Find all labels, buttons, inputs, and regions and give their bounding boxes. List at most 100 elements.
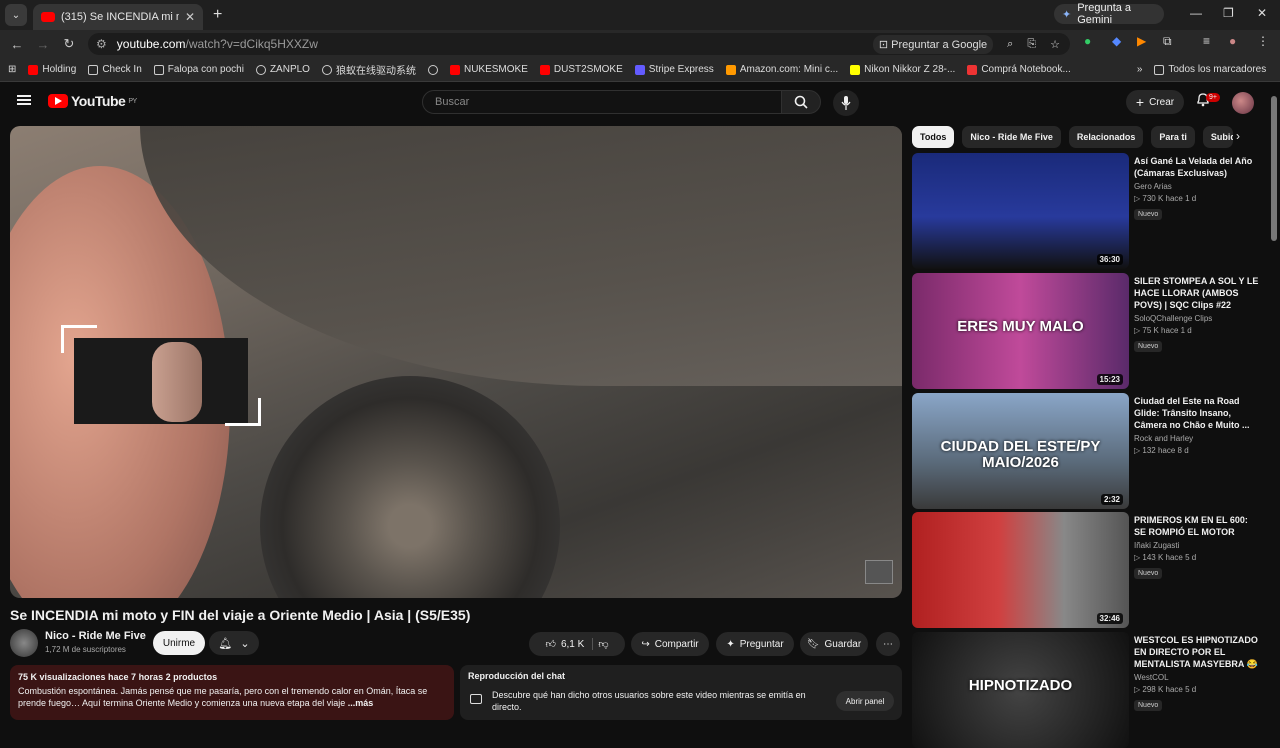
open-panel-button[interactable]: Abrir panel xyxy=(836,691,894,711)
bookmark-item[interactable]: Holding xyxy=(28,64,76,75)
save-button[interactable]: 🔖︎ Guardar xyxy=(800,632,868,656)
mic-icon xyxy=(841,96,851,110)
page-scrollbar[interactable] xyxy=(1271,96,1277,241)
recommendation-item[interactable]: CIUDAD DEL ESTE/PY MAIO/2026 2:32 Ciudad d… xyxy=(912,393,1262,509)
recommendation-item[interactable]: ERES MUY MALO 15:23 SILER STOMPEA A SOL Y … xyxy=(912,273,1262,389)
tab-search-button[interactable]: ⌄ xyxy=(5,4,27,26)
rec-title[interactable]: PRIMEROS KM EN EL 600: SE ROMPIÓ EL MOTO… xyxy=(1134,514,1262,538)
rec-meta: ▷ 75 K hace 1 d xyxy=(1134,326,1192,335)
chip-for-you[interactable]: Para ti xyxy=(1151,126,1195,148)
account-avatar[interactable] xyxy=(1232,92,1254,114)
new-tab-icon[interactable]: + xyxy=(213,6,222,24)
extension-icon[interactable]: ◆ xyxy=(1112,34,1121,48)
back-icon[interactable]: ← xyxy=(4,37,30,52)
chip-uploaded[interactable]: Subido xyxy=(1202,126,1233,148)
bookmark-item[interactable]: DUST2SMOKE xyxy=(539,64,623,75)
extension-icon[interactable]: ● xyxy=(1084,34,1091,48)
more-bookmarks-icon[interactable]: » xyxy=(1137,64,1143,75)
subscription-bell-button[interactable]: 🔔︎ ⌄ xyxy=(209,631,259,655)
like-dislike-group: 👍︎ 6,1 K 👎︎ xyxy=(529,632,625,656)
rec-title[interactable]: Ciudad del Este na Road Glide: Trânsito … xyxy=(1134,395,1262,431)
channel-watermark-icon[interactable] xyxy=(865,560,893,584)
bookmark-item[interactable]: Falopa con pochi xyxy=(153,64,244,75)
ask-google-button[interactable]: ⊡ Preguntar a Google xyxy=(872,34,994,54)
url-bar[interactable]: ⚙ youtube.com/watch?v=dCikq5HXXZw ⊡ Preg… xyxy=(88,33,1070,55)
bookmark-item[interactable]: Nikon Nikkor Z 28-... xyxy=(850,64,955,75)
chip-todos[interactable]: Todos xyxy=(912,126,955,148)
video-description[interactable]: 75 K visualizaciones hace 7 horas 2 prod… xyxy=(10,665,454,720)
video-thumbnail[interactable]: HIPNOTIZADO xyxy=(912,632,1129,748)
recommendation-item[interactable]: 36:30 Así Gané La Velada del Año (Cámaras… xyxy=(912,153,1262,269)
close-window-icon[interactable]: ✕ xyxy=(1257,6,1267,20)
zoom-icon[interactable]: ⌕ xyxy=(1007,38,1013,51)
video-thumbnail[interactable]: CIUDAD DEL ESTE/PY MAIO/2026 2:32 xyxy=(912,393,1129,509)
rec-meta: ▷ 730 K hace 1 d xyxy=(1134,194,1197,203)
bookmark-item[interactable]: ZANPLO xyxy=(255,64,310,75)
extension-icon[interactable]: ▶ xyxy=(1137,34,1146,48)
ask-button[interactable]: ✦ Preguntar xyxy=(716,632,794,656)
bookmark-star-icon[interactable]: ☆ xyxy=(1050,38,1060,51)
browser-menu-icon[interactable]: ⋮ xyxy=(1257,34,1269,48)
maximize-icon[interactable]: ❐ xyxy=(1223,6,1234,20)
bookmark-item[interactable]: Comprá Notebook... xyxy=(967,64,1071,75)
chevron-right-icon[interactable]: › xyxy=(1236,129,1240,143)
like-button[interactable]: 👍︎ 6,1 K xyxy=(546,638,594,650)
recommendation-item[interactable]: HIPNOTIZADO WESTCOL ES HIPNOTIZADO EN DIR… xyxy=(912,632,1262,748)
minimize-icon[interactable]: — xyxy=(1190,6,1202,20)
share-button[interactable]: ↪ Compartir xyxy=(631,632,709,656)
join-button[interactable]: Unirme xyxy=(153,631,205,655)
rec-channel[interactable]: WestCOL xyxy=(1134,673,1262,682)
apps-icon[interactable]: ⊞ xyxy=(8,64,16,75)
pip-overlay[interactable] xyxy=(74,338,248,424)
tab-close-icon[interactable]: ✕ xyxy=(185,10,195,24)
site-info-icon[interactable]: ⚙ xyxy=(96,37,107,51)
more-actions-icon[interactable]: ⋯ xyxy=(876,632,900,656)
recommendation-item[interactable]: 32:46 PRIMEROS KM EN EL 600: SE ROMPIÓ EL… xyxy=(912,512,1262,628)
voice-search-button[interactable] xyxy=(833,90,859,116)
new-badge: Nuevo xyxy=(1134,568,1163,579)
reload-icon[interactable]: ↻ xyxy=(56,36,82,52)
search-placeholder: Buscar xyxy=(435,96,470,108)
bookmark-label: 狼蚁在线驱动系统 xyxy=(335,66,416,77)
video-thumbnail[interactable]: ERES MUY MALO 15:23 xyxy=(912,273,1129,389)
bookmark-item[interactable]: Stripe Express xyxy=(634,64,714,75)
rec-channel[interactable]: Iñaki Zugasti xyxy=(1134,541,1262,550)
search-input[interactable]: Buscar xyxy=(422,90,782,114)
rec-title[interactable]: Así Gané La Velada del Año (Cámaras Excl… xyxy=(1134,155,1262,179)
thumbnail-overlay-text: CIUDAD DEL ESTE/PY MAIO/2026 xyxy=(940,438,1101,472)
video-frame-wheel xyxy=(260,376,560,598)
rec-channel[interactable]: Gero Arias xyxy=(1134,182,1262,191)
chip-channel[interactable]: Nico - Ride Me Five xyxy=(962,126,1061,148)
chip-related[interactable]: Relacionados xyxy=(1068,126,1144,148)
browser-tab-active[interactable]: (315) Se INCENDIA mi moto ✕ xyxy=(33,4,203,30)
menu-icon[interactable] xyxy=(17,95,31,105)
channel-name[interactable]: Nico - Ride Me Five xyxy=(45,630,146,642)
all-bookmarks[interactable]: Todos los marcadores xyxy=(1154,64,1266,75)
rec-channel[interactable]: SoloQChallenge Clips xyxy=(1134,314,1262,323)
chevron-down-icon: ⌄ xyxy=(240,637,250,650)
video-thumbnail[interactable]: 36:30 xyxy=(912,153,1129,269)
video-frame-fender xyxy=(140,126,902,386)
video-thumbnail[interactable]: 32:46 xyxy=(912,512,1129,628)
search-button[interactable] xyxy=(781,90,821,114)
bookmark-item[interactable]: Check In xyxy=(88,64,142,75)
show-more-link[interactable]: ...más xyxy=(348,698,374,708)
rec-title[interactable]: SILER STOMPEA A SOL Y LE HACE LLORAR (AM… xyxy=(1134,275,1262,311)
create-button[interactable]: + Crear xyxy=(1126,90,1184,114)
rec-channel[interactable]: Rock and Harley xyxy=(1134,434,1262,443)
bookmark-item[interactable]: NUKESMOKE xyxy=(449,64,528,75)
media-icon[interactable]: ≡ xyxy=(1203,34,1210,48)
gemini-button[interactable]: ✦ Pregunta a Gemini xyxy=(1054,2,1164,26)
cast-icon[interactable]: ⎘ xyxy=(1027,38,1036,51)
profile-icon[interactable]: ● xyxy=(1229,34,1236,48)
bookmark-item[interactable]: 狼蚁在线驱动系统 xyxy=(321,62,416,77)
dislike-button[interactable]: 👎︎ xyxy=(598,638,608,650)
forward-icon[interactable]: → xyxy=(30,37,56,52)
bookmark-item[interactable] xyxy=(427,64,438,75)
channel-avatar[interactable] xyxy=(10,629,38,657)
globe-icon xyxy=(255,64,266,75)
rec-title[interactable]: WESTCOL ES HIPNOTIZADO EN DIRECTO POR EL… xyxy=(1134,634,1262,670)
bookmark-item[interactable]: Amazon.com: Mini c... xyxy=(725,64,838,75)
youtube-logo[interactable]: YouTube PY xyxy=(48,93,137,109)
extensions-puzzle-icon[interactable]: ⧉ xyxy=(1163,34,1172,49)
